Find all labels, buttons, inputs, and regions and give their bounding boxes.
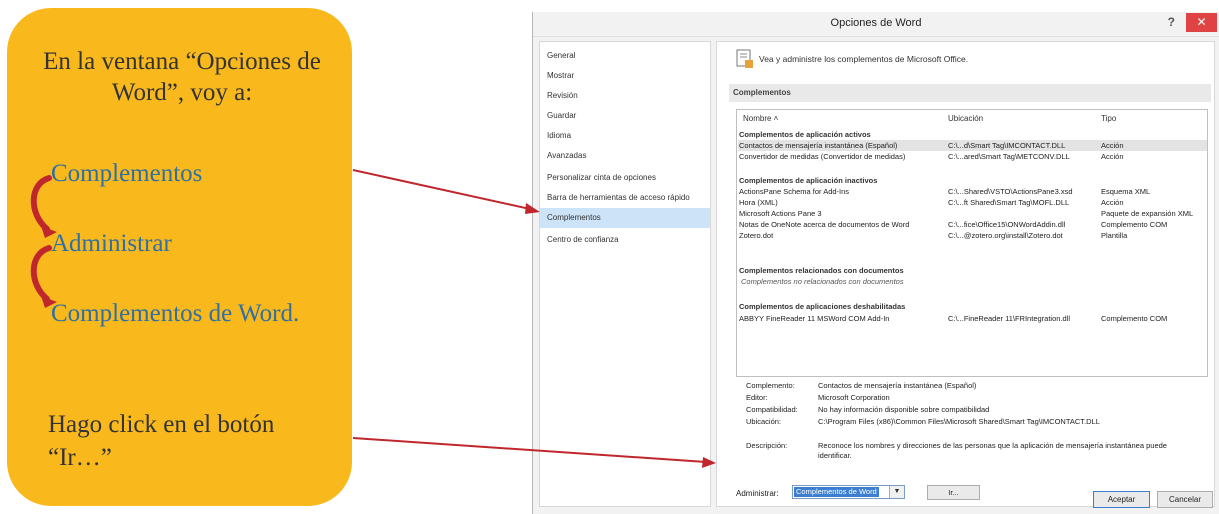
panel-description: Vea y administre los complementos de Mic… [759,54,969,64]
callout-note: Hago click en el botón “Ir…” [48,411,275,471]
sidebar-item-revision[interactable]: Revisión [540,86,710,106]
details-addin-label: Complemento: [746,381,795,390]
addin-name: Notas de OneNote acerca de documentos de… [739,220,910,229]
curved-arrow-icon [30,245,57,308]
addin-type: Acción [1101,152,1124,161]
callout-intro: En la ventana “Opciones de Word”, voy a: [43,48,321,106]
addin-type: Paquete de expansión XML [1101,209,1194,218]
options-sidebar: General Mostrar Revisión Guardar Idioma … [539,41,711,507]
column-header-location[interactable]: Ubicación [948,114,983,123]
help-icon[interactable]: ? [1168,15,1175,29]
details-addin-value: Contactos de mensajería instantánea (Esp… [818,381,977,390]
column-header-name[interactable]: Nombre ˄ [743,114,778,123]
sidebar-item-idioma[interactable]: Idioma [540,126,710,146]
addin-name: Convertidor de medidas (Convertidor de m… [739,152,906,161]
addin-location: C:\...ared\Smart Tag\METCONV.DLL [948,152,1070,161]
dialog-title: Opciones de Word [830,17,922,29]
addins-panel: Vea y administre los complementos de Mic… [716,41,1215,507]
sidebar-item-centro-confianza[interactable]: Centro de confianza [540,230,710,250]
sidebar-item-avanzadas[interactable]: Avanzadas [540,146,710,166]
cancel-button[interactable]: Cancelar [1157,491,1213,508]
close-icon[interactable]: ✕ [1186,13,1217,32]
addin-type: Complemento COM [1101,314,1168,323]
table-row[interactable]: Zotero.dot C:\...@zotero.org\install\Zot… [738,230,1207,241]
curved-arrow-icon [30,175,57,238]
addin-location: C:\...ft Shared\Smart Tag\MOFL.DLL [948,198,1070,207]
ok-button[interactable]: Aceptar [1093,491,1150,508]
manage-select[interactable]: Complementos de Word ▼ [792,485,905,499]
sidebar-item-personalizar-cinta[interactable]: Personalizar cinta de opciones [540,168,710,188]
addin-location: C:\...@zotero.org\install\Zotero.dot [948,231,1063,240]
table-row[interactable]: ABBYY FineReader 11 MSWord COM Add-In C:… [738,313,1207,324]
manage-selected-value: Complementos de Word [794,487,879,497]
addin-type: Plantilla [1101,231,1128,240]
word-options-dialog: Opciones de Word ? ✕ General Mostrar Rev… [532,12,1219,514]
callout-step-administrar: Administrar [51,230,172,257]
addin-type: Complemento COM [1101,220,1168,229]
details-desc-label: Descripción: [746,441,788,450]
details-compat-label: Compatibilidad: [746,405,798,414]
table-row[interactable]: Hora (XML) C:\...ft Shared\Smart Tag\MOF… [738,197,1207,208]
addin-type: Acción [1101,198,1124,207]
details-publisher-value: Microsoft Corporation [818,393,890,402]
sidebar-item-general[interactable]: General [540,46,710,66]
table-row[interactable]: Contactos de mensajería instantánea (Esp… [738,140,1207,151]
table-row[interactable]: Notas de OneNote acerca de documentos de… [738,219,1207,230]
details-desc-value: Reconoce los nombres y direcciones de la… [818,441,1167,460]
instruction-callout: En la ventana “Opciones de Word”, voy a:… [7,8,352,506]
group-inactive: Complementos de aplicación inactivos [739,176,878,185]
addin-type: Acción [1101,141,1124,150]
addins-list[interactable]: Nombre ˄ Ubicación Tipo Complementos de … [736,109,1208,377]
addin-name: Contactos de mensajería instantánea (Esp… [739,141,898,150]
addin-location: C:\...Shared\VSTO\ActionsPane3.xsd [948,187,1073,196]
callout-step-complementos: Complementos [51,160,203,187]
table-row[interactable]: Convertidor de medidas (Convertidor de m… [738,151,1207,162]
details-publisher-label: Editor: [746,393,768,402]
docs-empty-text: Complementos no relacionados con documen… [741,277,904,286]
chevron-down-icon[interactable]: ▼ [889,486,904,498]
addin-name: Zotero.dot [739,231,774,240]
addin-name: Hora (XML) [739,198,778,207]
section-header: Complementos [729,84,1211,102]
addin-location: C:\...fice\Office15\ONWordAddin.dll [948,220,1066,229]
details-location-value: C:\Program Files (x86)\Common Files\Micr… [818,417,1100,426]
table-row[interactable]: ActionsPane Schema for Add-Ins C:\...Sha… [738,186,1207,197]
details-location-label: Ubicación: [746,417,782,426]
addin-name: ActionsPane Schema for Add-Ins [739,187,850,196]
sidebar-item-barra-acceso-rapido[interactable]: Barra de herramientas de acceso rápido [540,188,710,208]
addin-type: Esquema XML [1101,187,1151,196]
addin-location: C:\...FineReader 11\FRIntegration.dll [948,314,1071,323]
title-bar: Opciones de Word ? ✕ [533,12,1219,37]
manage-label: Administrar: [736,489,779,498]
addin-name: Microsoft Actions Pane 3 [739,209,822,218]
arrow-to-complementos [352,169,531,210]
sidebar-item-complementos[interactable]: Complementos [540,208,710,228]
go-button[interactable]: Ir... [927,485,980,500]
sidebar-item-guardar[interactable]: Guardar [540,106,710,126]
column-header-type[interactable]: Tipo [1101,114,1116,123]
sidebar-item-mostrar[interactable]: Mostrar [540,66,710,86]
details-compat-value: No hay información disponible sobre comp… [818,405,990,414]
group-docs: Complementos relacionados con documentos [739,266,904,275]
addins-icon [736,49,753,68]
addin-location: C:\...d\Smart Tag\IMCONTACT.DLL [948,141,1066,150]
group-active: Complementos de aplicación activos [739,130,871,139]
table-row[interactable]: Microsoft Actions Pane 3 Paquete de expa… [738,208,1207,219]
callout-step-complementos-word: Complementos de Word. [51,300,300,327]
addin-name: ABBYY FineReader 11 MSWord COM Add-In [739,314,890,323]
group-disabled: Complementos de aplicaciones deshabilita… [739,302,906,311]
